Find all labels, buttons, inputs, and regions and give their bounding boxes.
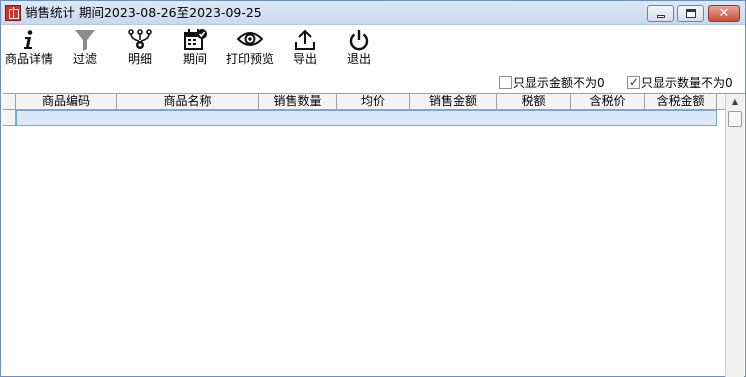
filter-button[interactable]: 过滤 bbox=[67, 26, 103, 72]
upload-icon bbox=[288, 26, 322, 52]
details-button[interactable]: 明细 bbox=[121, 26, 159, 72]
print-preview-button[interactable]: 打印预览 bbox=[224, 26, 276, 72]
row-header-corner bbox=[3, 94, 16, 110]
exit-button[interactable]: 退出 bbox=[342, 26, 376, 72]
filter-icon bbox=[67, 26, 103, 52]
minimize-icon bbox=[657, 15, 665, 18]
column-header-tax[interactable]: 税额 bbox=[497, 94, 571, 110]
amount-nonzero-option[interactable]: 只显示金额不为0 bbox=[499, 75, 605, 91]
maximize-button[interactable] bbox=[677, 5, 704, 22]
eye-icon bbox=[224, 26, 276, 52]
calendar-check-icon bbox=[177, 26, 213, 52]
period-button[interactable]: 期间 bbox=[177, 26, 213, 72]
info-icon bbox=[3, 26, 55, 52]
sales-table[interactable]: 商品编码 商品名称 销售数量 均价 销售金额 税额 含税价 含税金额 ▲ bbox=[3, 93, 745, 377]
quantity-nonzero-option[interactable]: 只显示数量不为0 bbox=[627, 74, 733, 91]
amount-nonzero-checkbox[interactable] bbox=[499, 76, 512, 89]
export-button[interactable]: 导出 bbox=[288, 26, 322, 72]
scroll-up-icon[interactable]: ▲ bbox=[726, 94, 744, 110]
column-header-quantity[interactable]: 销售数量 bbox=[259, 94, 337, 110]
close-icon: ✕ bbox=[718, 6, 730, 21]
quantity-nonzero-checkbox[interactable] bbox=[627, 74, 640, 90]
product-details-button[interactable]: 商品详情 bbox=[3, 26, 55, 72]
power-icon bbox=[342, 26, 376, 52]
column-header-name[interactable]: 商品名称 bbox=[117, 94, 259, 110]
quantity-nonzero-label: 只显示数量不为0 bbox=[641, 76, 733, 90]
sales-statistics-window: 销售统计 期间2023-08-26至2023-09-25 ✕ 商品详情 过滤 明… bbox=[0, 0, 746, 377]
column-header-code[interactable]: 商品编码 bbox=[16, 94, 117, 110]
title-bar[interactable]: 销售统计 期间2023-08-26至2023-09-25 ✕ bbox=[1, 1, 745, 25]
column-header-tax-amount[interactable]: 含税金额 bbox=[645, 94, 717, 110]
table-row[interactable] bbox=[3, 110, 717, 126]
scroll-thumb[interactable] bbox=[728, 111, 742, 127]
table-header: 商品编码 商品名称 销售数量 均价 销售金额 税额 含税价 含税金额 bbox=[3, 94, 725, 110]
window-title: 销售统计 期间2023-08-26至2023-09-25 bbox=[25, 5, 262, 20]
row-header[interactable] bbox=[3, 110, 16, 126]
amount-nonzero-label: 只显示金额不为0 bbox=[513, 76, 605, 90]
toolbar: 商品详情 过滤 明细 期间 打印预览 导出 退出 bbox=[1, 26, 745, 72]
hierarchy-gear-icon bbox=[121, 26, 159, 52]
selected-row[interactable] bbox=[16, 110, 717, 126]
maximize-icon bbox=[686, 9, 696, 18]
column-header-amount[interactable]: 销售金额 bbox=[410, 94, 497, 110]
column-header-avg-price[interactable]: 均价 bbox=[337, 94, 410, 110]
minimize-button[interactable] bbox=[647, 5, 674, 22]
close-button[interactable]: ✕ bbox=[708, 5, 740, 22]
app-icon bbox=[5, 5, 21, 21]
vertical-scrollbar[interactable]: ▲ bbox=[725, 94, 744, 377]
column-header-tax-price[interactable]: 含税价 bbox=[571, 94, 645, 110]
